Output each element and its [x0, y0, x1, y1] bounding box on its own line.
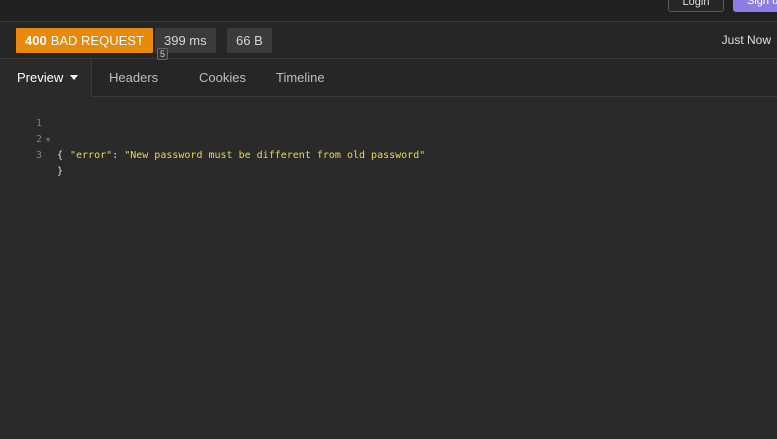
json-entry: "error": "New password must be different… [70, 148, 425, 164]
status-code: 400 [25, 33, 47, 48]
response-status-bar: 400 BAD REQUEST 399 ms 66 B Just Now [0, 22, 777, 59]
tab-preview[interactable]: Preview [0, 59, 92, 97]
top-header-bar: Login Sign up [0, 0, 777, 22]
tab-headers[interactable]: Headers 5 [109, 48, 169, 96]
code-line: 2 "error": "New password must be differe… [0, 116, 425, 161]
tab-timeline[interactable]: Timeline [276, 59, 325, 96]
response-tabs: Preview Headers 5 Cookies Timeline [0, 48, 777, 97]
fold-arrow-icon[interactable]: ▼ [46, 132, 50, 148]
line-number: 2 [35, 134, 42, 145]
tab-cookies[interactable]: Cookies [199, 59, 246, 96]
tab-preview-label: Preview [17, 70, 64, 85]
code-line: 1 ▼ { [0, 100, 63, 161]
json-colon: : [112, 150, 125, 161]
status-text: BAD REQUEST [50, 33, 144, 48]
tab-headers-label: Headers [109, 70, 159, 85]
line-number: 3 [35, 150, 42, 161]
status-badge: 400 BAD REQUEST [16, 28, 153, 53]
json-close-brace: } [57, 166, 64, 177]
response-body-viewer[interactable]: 1 ▼ { 2 "error": "New password must be d… [0, 97, 777, 439]
signup-button[interactable]: Sign up [733, 0, 777, 12]
caret-down-icon [70, 75, 79, 80]
json-open-brace: { [57, 150, 64, 161]
response-size-badge: 66 B [227, 28, 272, 53]
response-timestamp[interactable]: Just Now [722, 28, 771, 53]
line-number: 1 [35, 118, 42, 129]
json-key: "error" [70, 150, 113, 161]
code-line: 3 } [0, 132, 63, 177]
headers-count-badge: 5 [157, 48, 169, 60]
json-value: "New password must be different from old… [124, 150, 426, 161]
login-button[interactable]: Login [668, 0, 724, 12]
